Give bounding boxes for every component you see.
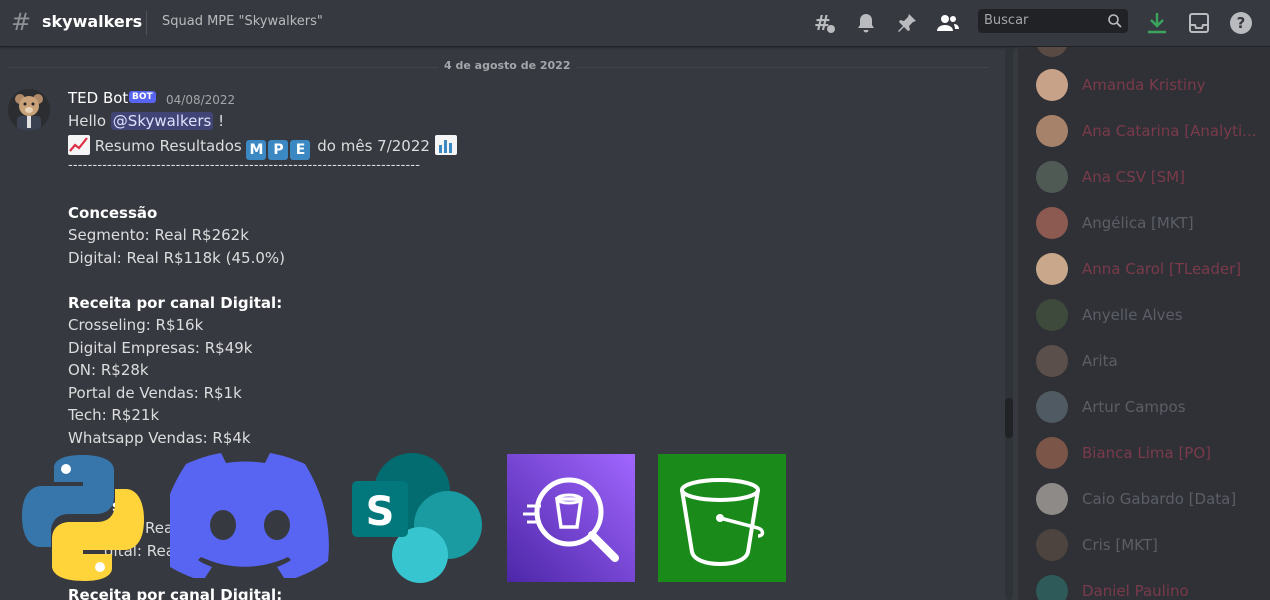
- svg-text:S: S: [366, 489, 395, 535]
- message-author[interactable]: TED Bot: [68, 89, 128, 107]
- section2-line: Tech: R$21k: [68, 406, 160, 424]
- date-separator-label: 4 de agosto de 2022: [438, 59, 577, 72]
- separator-line: ----------------------------------------…: [68, 158, 421, 173]
- member-item[interactable]: Anyelle Alves: [1036, 299, 1266, 335]
- help-icon[interactable]: ?: [1229, 11, 1253, 35]
- member-name: Ana Catarina [Analyti...: [1082, 122, 1257, 140]
- role-mention[interactable]: @Skywalkers: [110, 112, 214, 130]
- summary-prefix: Resumo Resultados: [94, 137, 242, 155]
- chat-area: 4 de agosto de 2022 TED Bot BOT 04/08/20…: [0, 47, 1002, 600]
- chat-scrollbar-thumb[interactable]: [1005, 398, 1013, 438]
- search-placeholder: Buscar: [984, 13, 1029, 28]
- threads-icon[interactable]: #: [812, 11, 836, 35]
- member-avatar: [1036, 253, 1068, 285]
- hashtag-icon: #: [11, 8, 32, 36]
- greeting-suffix: !: [213, 112, 225, 130]
- member-avatar: [1036, 437, 1068, 469]
- section2-line: Digital Empresas: R$49k: [68, 339, 253, 357]
- channel-name: skywalkers: [42, 12, 143, 31]
- member-avatar: [1036, 161, 1068, 193]
- member-item[interactable]: Arita: [1036, 345, 1266, 381]
- member-avatar: [1036, 299, 1068, 331]
- member-item[interactable]: Angélica [MKT]: [1036, 207, 1266, 243]
- sharepoint-logo: S: [352, 453, 482, 583]
- member-name: Daniel Paulino: [1082, 582, 1189, 600]
- member-item[interactable]: Artur Campos: [1036, 391, 1266, 427]
- member-avatar: [1036, 529, 1068, 561]
- member-avatar: [1036, 115, 1068, 147]
- member-item[interactable]: Anna Carol [TLeader]: [1036, 253, 1266, 289]
- section2-line: Whatsapp Vendas: R$4k: [68, 429, 251, 447]
- section4-title: Receita por canal Digital:: [68, 586, 283, 600]
- member-item[interactable]: Cris [MKT]: [1036, 529, 1266, 565]
- greeting-prefix: Hello: [68, 112, 111, 130]
- member-name: Arita: [1082, 352, 1118, 370]
- channel-topic: Squad MPE "Skywalkers": [162, 14, 323, 29]
- member-name: Artur Campos: [1082, 398, 1186, 416]
- member-name: Anna Carol [TLeader]: [1082, 260, 1242, 278]
- section1-title: Concessão: [68, 204, 158, 222]
- download-icon[interactable]: [1145, 11, 1169, 35]
- greeting-line: Hello @Skywalkers !: [68, 111, 224, 131]
- bot-avatar[interactable]: [8, 89, 50, 131]
- discord-logo: [170, 453, 329, 578]
- member-item[interactable]: Ana CSV [SM]: [1036, 161, 1266, 197]
- section2-title: Receita por canal Digital:: [68, 294, 283, 312]
- section2-line: Portal de Vendas: R$1k: [68, 384, 242, 402]
- member-name: Caio Gabardo [Data]: [1082, 490, 1237, 508]
- member-avatar: [1036, 391, 1068, 423]
- member-avatar: [1036, 345, 1068, 377]
- search-box[interactable]: Buscar: [978, 9, 1128, 33]
- pin-icon[interactable]: [895, 11, 919, 35]
- section2-line: Crosseling: R$16k: [68, 316, 204, 334]
- member-name: Ana CSV [SM]: [1082, 168, 1185, 186]
- member-item[interactable]: Bianca Lima [PO]: [1036, 437, 1266, 473]
- channel-header: # skywalkers Squad MPE "Skywalkers" # Bu…: [0, 0, 1270, 47]
- aws-s3-bucket-logo: [658, 454, 786, 582]
- section1-line: Digital: Real R$118k (45.0%): [68, 249, 285, 267]
- inbox-icon[interactable]: [1187, 11, 1211, 35]
- bar-chart-emoji-icon: [434, 135, 457, 155]
- section1-line: Segmento: Real R$262k: [68, 226, 249, 244]
- message-timestamp: 04/08/2022: [166, 93, 236, 107]
- bell-icon[interactable]: [854, 11, 878, 35]
- members-icon[interactable]: [936, 11, 960, 35]
- header-divider: [146, 11, 147, 35]
- section2-line: ON: R$28k: [68, 361, 149, 379]
- python-logo: [22, 455, 144, 581]
- chart-increasing-emoji-icon: [68, 135, 90, 155]
- aws-s3-inspector-logo: [507, 454, 635, 582]
- member-item[interactable]: Daniel Paulino: [1036, 575, 1266, 600]
- member-avatar: [1036, 69, 1068, 101]
- member-name: Amanda Kristiny: [1082, 76, 1206, 94]
- member-name: Bianca Lima [PO]: [1082, 444, 1212, 462]
- member-avatar: [1036, 483, 1068, 515]
- teddy-bear-icon: [8, 89, 50, 131]
- svg-text:?: ?: [1237, 14, 1246, 32]
- bot-tag: BOT: [129, 91, 156, 103]
- member-avatar: [1036, 207, 1068, 239]
- member-avatar[interactable]: [1036, 47, 1068, 57]
- summary-suffix: do mês 7/2022: [317, 137, 430, 155]
- chat-scrollbar-track[interactable]: [1005, 47, 1013, 600]
- member-item[interactable]: Ana Catarina [Analyti...: [1036, 115, 1266, 151]
- member-name: Cris [MKT]: [1082, 536, 1158, 554]
- search-icon: [1108, 14, 1122, 28]
- member-name: Anyelle Alves: [1082, 306, 1183, 324]
- member-name: Angélica [MKT]: [1082, 214, 1194, 232]
- member-item[interactable]: Caio Gabardo [Data]: [1036, 483, 1266, 519]
- member-item[interactable]: Amanda Kristiny: [1036, 69, 1266, 105]
- member-list: Amanda Kristiny Ana Catarina [Analyti...…: [1018, 47, 1270, 600]
- member-avatar: [1036, 575, 1068, 600]
